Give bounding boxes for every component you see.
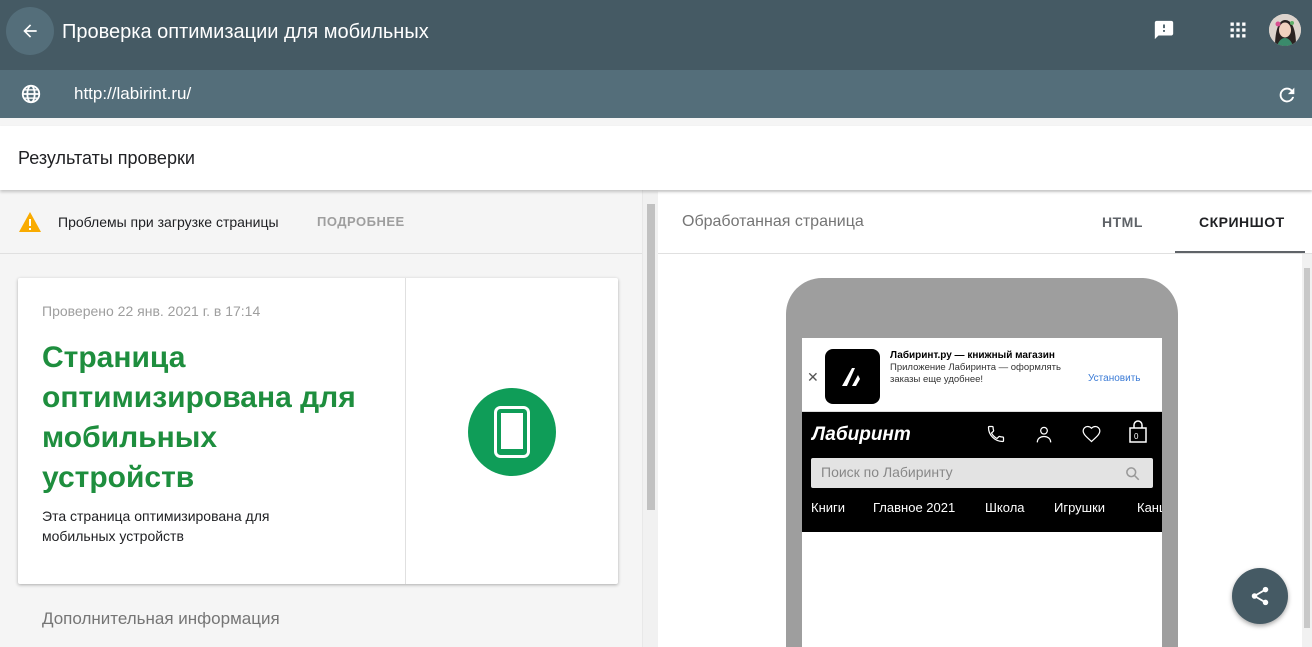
refresh-button[interactable]	[1274, 82, 1300, 108]
back-button[interactable]	[6, 7, 54, 55]
search-icon	[1126, 467, 1140, 481]
results-pane: Проблемы при загрузке страницы ПОДРОБНЕЕ…	[0, 192, 642, 647]
preview-pane: Обработанная страница HTML СКРИНШОТ ✕ Ла…	[658, 192, 1312, 647]
card-divider	[405, 278, 406, 584]
tab-screenshot[interactable]: СКРИНШОТ	[1199, 214, 1285, 230]
details-link[interactable]: ПОДРОБНЕЕ	[317, 214, 405, 229]
user-icon	[1036, 426, 1052, 443]
site-header: Лабиринт 0 Поиск по Лабиринту Книги Глав…	[802, 412, 1162, 532]
verdict-description: Эта страница оптимизирована для мобильны…	[42, 508, 270, 544]
phone-frame: ✕ Лабиринт.ру — книжный магазин Приложен…	[786, 278, 1178, 647]
app-install-banner: ✕ Лабиринт.ру — книжный магазин Приложен…	[802, 338, 1162, 412]
scrollbar-thumb[interactable]	[647, 204, 655, 510]
heart-icon	[1082, 425, 1101, 443]
feedback-button[interactable]	[1150, 16, 1178, 44]
feedback-icon	[1154, 20, 1174, 40]
nav-item: Главное 2021	[873, 500, 956, 515]
page-loading-warning: Проблемы при загрузке страницы ПОДРОБНЕЕ	[0, 192, 642, 254]
checked-timestamp: Проверено 22 янв. 2021 г. в 17:14	[42, 303, 261, 319]
verdict-heading: Страница оптимизирована для мобильных ус…	[42, 341, 356, 494]
url-input[interactable]: http://labirint.ru/	[74, 84, 191, 104]
nav-item: Книги	[811, 500, 846, 515]
warning-text: Проблемы при загрузке страницы	[58, 214, 279, 230]
left-scrollbar[interactable]	[642, 190, 658, 647]
additional-info-heading: Дополнительная информация	[42, 609, 280, 628]
share-button[interactable]	[1232, 568, 1288, 624]
page-title: Проверка оптимизации для мобильных	[62, 21, 429, 43]
site-search-placeholder: Поиск по Лабиринту	[821, 464, 953, 480]
cart-count: 0	[1134, 432, 1139, 441]
app-bar: Проверка оптимизации для мобильных	[0, 0, 1312, 70]
smartphone-icon	[494, 406, 530, 458]
apps-grid-icon	[1230, 22, 1246, 38]
warning-icon	[19, 212, 41, 232]
nav-item: Школа	[985, 500, 1025, 515]
nav-item: Канц	[1137, 500, 1162, 515]
preview-header: Обработанная страница HTML СКРИНШОТ	[658, 192, 1312, 254]
rendered-screenshot: ✕ Лабиринт.ру — книжный магазин Приложен…	[802, 338, 1162, 647]
install-link: Установить	[1088, 373, 1141, 384]
nav-item: Игрушки	[1054, 500, 1106, 515]
apps-button[interactable]	[1224, 16, 1252, 44]
globe-icon	[21, 84, 41, 104]
close-icon: ✕	[807, 369, 819, 385]
mobile-friendly-badge	[468, 388, 556, 476]
preview-title: Обработанная страница	[682, 213, 864, 230]
share-icon	[1251, 586, 1269, 606]
banner-description: Приложение Лабиринта — оформлять заказы …	[890, 362, 1061, 385]
banner-title: Лабиринт.ру — книжный магазин	[890, 350, 1055, 361]
site-nav: Книги Главное 2021 Школа Игрушки Канц	[802, 500, 1162, 522]
site-logo: Лабиринт	[812, 424, 911, 445]
active-tab-indicator	[1175, 251, 1305, 253]
user-avatar[interactable]	[1269, 14, 1301, 46]
results-header: Результаты проверки	[0, 126, 1312, 190]
right-scrollbar[interactable]	[1302, 254, 1312, 647]
arrow-back-icon	[23, 24, 37, 38]
refresh-icon	[1279, 87, 1295, 103]
scrollbar-thumb[interactable]	[1304, 268, 1310, 628]
phone-icon	[987, 425, 1005, 443]
app-logo	[825, 349, 880, 404]
url-bar: http://labirint.ru/	[0, 70, 1312, 118]
result-card: Проверено 22 янв. 2021 г. в 17:14 Страни…	[18, 278, 618, 584]
results-title: Результаты проверки	[18, 148, 195, 168]
site-search: Поиск по Лабиринту	[811, 458, 1153, 488]
tab-html[interactable]: HTML	[1102, 214, 1143, 230]
